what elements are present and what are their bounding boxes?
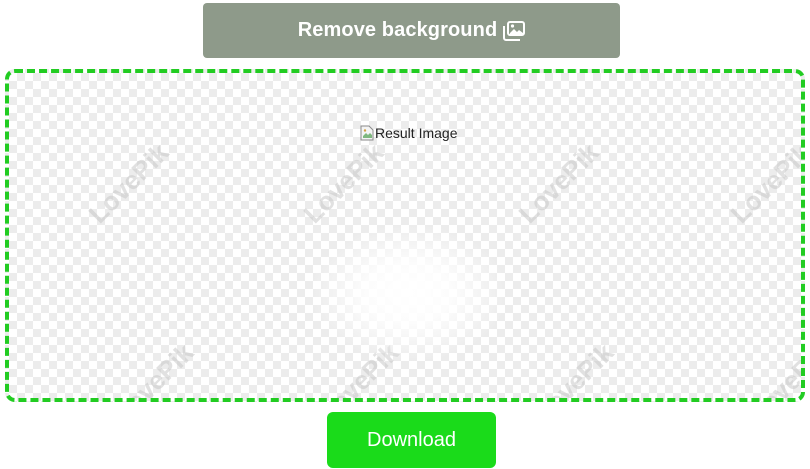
- watermark: LovePik: [512, 137, 605, 230]
- page: Remove background LovePik LovePik LovePi…: [0, 0, 810, 469]
- remove-background-label: Remove background: [297, 19, 498, 41]
- broken-image-icon: [360, 125, 374, 141]
- result-image-glow: [309, 223, 509, 363]
- watermark: LovePik: [724, 137, 805, 230]
- watermark: LovePik: [312, 337, 405, 402]
- watermark: LovePik: [527, 337, 620, 402]
- watermark: LovePik: [107, 337, 200, 402]
- watermark: LovePik: [82, 137, 175, 230]
- result-image-area: LovePik LovePik LovePik LovePik LovePik …: [5, 69, 805, 402]
- result-image-alt: Result Image: [375, 125, 458, 141]
- watermark: LovePik: [742, 337, 805, 402]
- download-button[interactable]: Download: [327, 412, 496, 468]
- remove-background-button[interactable]: Remove background: [203, 3, 620, 58]
- images-icon: [503, 20, 526, 41]
- result-image: Result Image: [360, 125, 457, 141]
- watermark: LovePik: [297, 137, 390, 230]
